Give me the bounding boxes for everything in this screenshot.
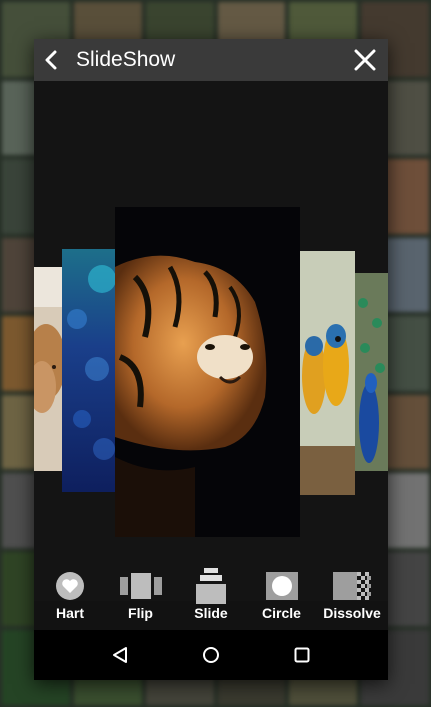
effect-label: Flip xyxy=(128,605,153,621)
title-bar: SlideShow xyxy=(34,39,388,81)
page-title: SlideShow xyxy=(76,48,176,71)
parrot-image xyxy=(300,251,355,495)
nav-home-icon xyxy=(202,647,219,663)
nav-back-button[interactable] xyxy=(100,635,140,675)
system-navigation-bar xyxy=(34,630,388,680)
close-icon xyxy=(354,49,376,71)
effect-label: Slide xyxy=(194,605,228,621)
effect-hart[interactable]: Hart xyxy=(38,569,102,629)
slide-parrots xyxy=(300,251,355,495)
effect-label: Dissolve xyxy=(323,605,381,621)
nav-recents-icon xyxy=(294,647,310,663)
slideshow-stage[interactable] xyxy=(34,81,388,601)
effects-bar: Hart Flip Slide Circle Dissolve xyxy=(34,568,388,629)
arrow-left-icon xyxy=(45,50,57,70)
bokeh-image xyxy=(62,249,117,492)
heart-icon xyxy=(56,572,84,600)
peacock-image xyxy=(355,273,388,471)
effect-circle[interactable]: Circle xyxy=(250,569,314,629)
deer-image xyxy=(34,267,64,471)
effect-flip[interactable]: Flip xyxy=(109,569,173,629)
effect-label: Hart xyxy=(55,605,84,621)
back-button[interactable] xyxy=(34,39,70,81)
effect-label: Circle xyxy=(262,605,301,621)
slide-bokeh xyxy=(62,249,117,492)
nav-back-icon xyxy=(112,647,127,663)
dissolve-icon xyxy=(333,572,371,600)
nav-home-button[interactable] xyxy=(191,635,231,675)
effect-dissolve[interactable]: Dissolve xyxy=(320,569,384,629)
slide-icon xyxy=(196,568,226,604)
effect-slide[interactable]: Slide xyxy=(179,568,243,629)
tiger-image xyxy=(115,207,300,537)
slideshow-dialog: SlideShow Hart Flip Slide Circle Dissolv… xyxy=(34,39,388,680)
slide-deer xyxy=(34,267,64,471)
nav-recents-button[interactable] xyxy=(282,635,322,675)
slide-peacock xyxy=(355,273,388,471)
close-button[interactable] xyxy=(342,39,388,81)
circle-icon xyxy=(265,572,298,600)
slide-tiger[interactable] xyxy=(115,207,300,537)
flip-icon xyxy=(119,573,162,599)
